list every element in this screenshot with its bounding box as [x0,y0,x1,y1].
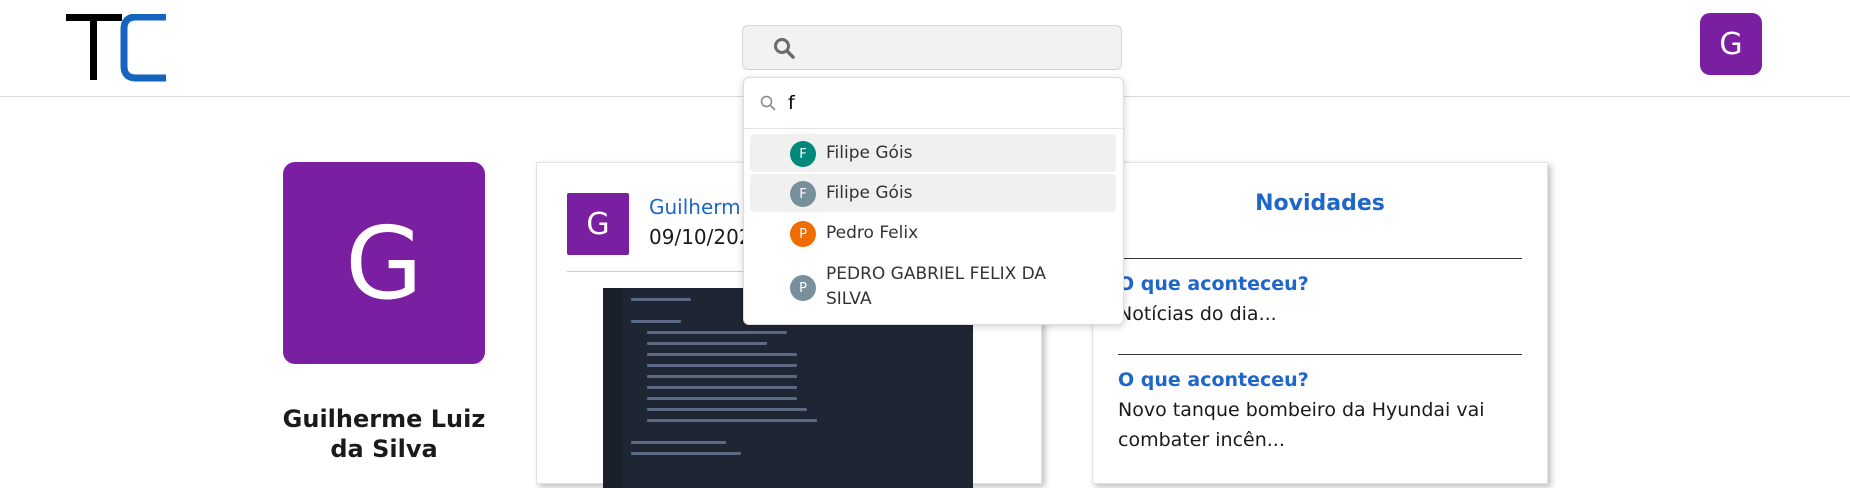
result-name: Filipe Góis [826,183,913,203]
code-line [631,298,691,301]
code-line [647,331,787,334]
user-search-input[interactable] [788,88,1098,118]
post-date: 09/10/202 [649,225,752,249]
search-result-item[interactable]: P PEDRO GABRIEL FELIX DA SILVA [750,262,1116,318]
search-result-item[interactable]: F Filipe Góis [750,174,1116,212]
tc-logo[interactable] [66,14,170,82]
dropdown-search-row [744,78,1123,129]
search-icon [774,38,795,59]
post-author-avatar[interactable]: G [567,193,629,255]
code-line [647,386,797,389]
search-results-dropdown: F Filipe Góis F Filipe Góis P Pedro Feli… [743,77,1124,325]
user-avatar-button[interactable]: G [1700,13,1762,75]
code-line [647,419,817,422]
result-name: PEDRO GABRIEL FELIX DA SILVA [826,264,1047,309]
news-item-heading[interactable]: O que aconteceu? [1118,369,1309,391]
divider [1118,354,1522,355]
code-line [647,342,767,345]
news-title: Novidades [1255,191,1385,216]
news-item-body[interactable]: Novo tanque bombeiro da Hyundai vai comb… [1118,395,1522,455]
code-line [647,408,807,411]
result-avatar: F [790,181,816,207]
profile-avatar: G [283,162,485,364]
search-result-item[interactable]: F Filipe Góis [750,134,1116,172]
result-avatar: P [790,275,816,301]
result-avatar: F [790,141,816,167]
profile-name: Guilherme Luiz da Silva [282,405,486,463]
code-line [647,375,797,378]
post-author-name[interactable]: Guilherm [649,195,741,219]
search-icon [760,95,776,111]
code-line [647,397,797,400]
result-name: Pedro Felix [826,223,919,243]
search-result-item[interactable]: P Pedro Felix [750,214,1116,252]
code-line [647,353,797,356]
code-line [631,452,741,455]
divider [1118,258,1522,259]
code-line [631,441,726,444]
news-panel: Novidades O que aconteceu? Notícias do d… [1092,162,1548,484]
code-line [631,320,681,323]
news-item-heading[interactable]: O que aconteceu? [1118,273,1309,295]
news-item-body[interactable]: Notícias do dia... [1118,299,1522,329]
result-name: Filipe Góis [826,143,913,163]
code-gutter [603,288,623,488]
result-avatar: P [790,221,816,247]
search-bar[interactable] [742,25,1122,70]
code-line [647,364,797,367]
